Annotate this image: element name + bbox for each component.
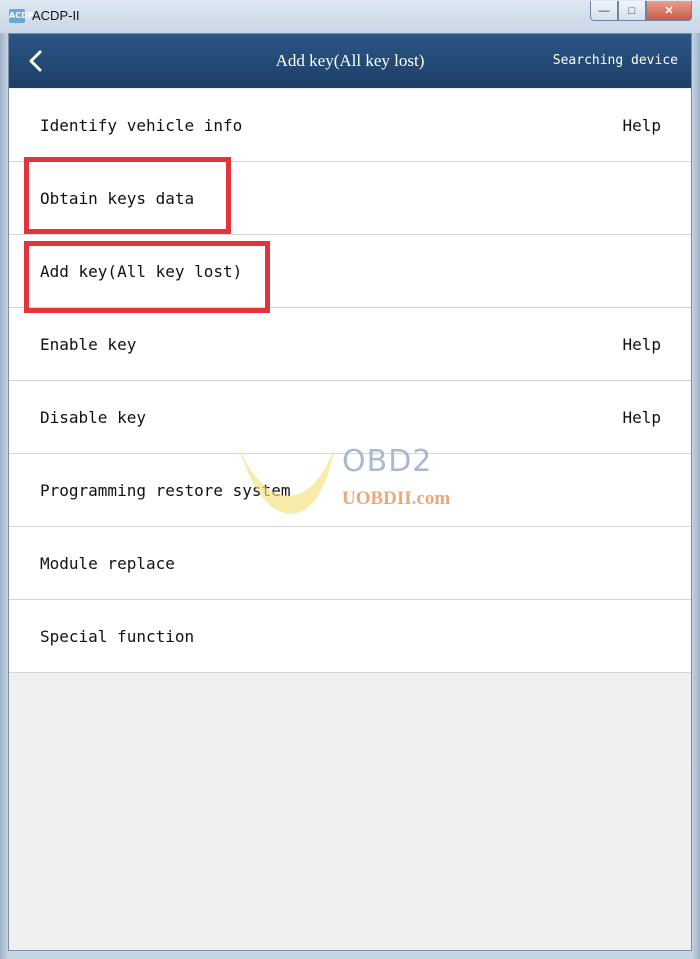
watermark-site: UOBDII.com <box>342 488 451 509</box>
maximize-button[interactable]: □ <box>618 1 646 21</box>
menu-item-label: Disable key <box>40 408 146 427</box>
help-link[interactable]: Help <box>622 381 661 454</box>
minimize-button[interactable]: — <box>590 1 618 21</box>
close-button[interactable]: ✕ <box>646 1 692 21</box>
window-title: ACDP-II <box>32 8 80 23</box>
menu-item-label: Enable key <box>40 335 137 354</box>
menu-item-label: Identify vehicle info <box>40 116 243 135</box>
nav-header: Add key(All key lost) Searching device <box>9 34 691 88</box>
menu-item-label: Special function <box>40 627 195 646</box>
menu-item-module-replace[interactable]: Module replace <box>9 527 691 600</box>
menu-item-identify-vehicle-info[interactable]: Identify vehicle info Help <box>9 89 691 162</box>
help-link[interactable]: Help <box>622 308 661 381</box>
connection-status: Searching device <box>552 53 678 68</box>
watermark-logo-icon <box>238 446 335 514</box>
app-window: ACDP ACDP-II — □ ✕ Add key(All key lost)… <box>0 0 700 959</box>
window-controls: — □ ✕ <box>590 1 692 21</box>
highlight-box-obtain-keys-data <box>24 157 231 234</box>
app-icon: ACDP <box>9 9 34 23</box>
window-border-left <box>0 33 8 959</box>
menu-item-special-function[interactable]: Special function <box>9 600 691 673</box>
window-titlebar[interactable]: ACDP ACDP-II — □ ✕ <box>0 0 700 33</box>
menu-item-label: Module replace <box>40 554 175 573</box>
watermark: OBD2 UOBDII.com <box>230 438 480 528</box>
help-link[interactable]: Help <box>622 89 661 162</box>
window-border-right <box>692 33 700 959</box>
menu-item-enable-key[interactable]: Enable key Help <box>9 308 691 381</box>
watermark-brand: OBD2 <box>342 444 433 479</box>
highlight-box-add-key <box>24 241 270 313</box>
